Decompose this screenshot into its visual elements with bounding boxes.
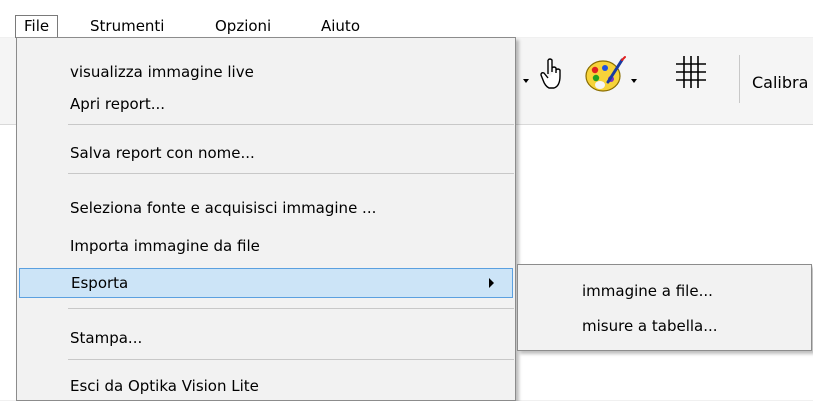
menu-separator xyxy=(68,173,514,174)
menu-item-esporta-label: Esporta xyxy=(71,274,129,292)
menu-item-salva-report[interactable]: Salva report con nome... xyxy=(18,138,514,168)
menu-item-apri-report[interactable]: Apri report... xyxy=(18,89,514,119)
menu-separator xyxy=(68,359,514,360)
calibra-button[interactable]: Calibra xyxy=(752,73,808,92)
esporta-submenu: immagine a file... misure a tabella... xyxy=(517,264,812,351)
menu-strumenti[interactable]: Strumenti xyxy=(82,16,172,37)
menu-item-visualizza-immagine-live[interactable]: visualizza immagine live xyxy=(18,57,514,87)
palette-icon[interactable] xyxy=(584,55,626,95)
toolbar-separator xyxy=(739,55,740,103)
menu-opzioni[interactable]: Opzioni xyxy=(207,16,279,37)
menu-item-stampa[interactable]: Stampa... xyxy=(18,323,514,353)
dropdown-arrow-icon[interactable] xyxy=(630,76,640,86)
menu-item-esci[interactable]: Esci da Optika Vision Lite xyxy=(18,371,514,401)
menu-separator xyxy=(68,124,514,125)
submenu-item-misure-a-tabella[interactable]: misure a tabella... xyxy=(519,311,810,341)
menu-aiuto[interactable]: Aiuto xyxy=(313,16,368,37)
menu-file[interactable]: File xyxy=(15,15,59,38)
menu-bar: File Strumenti Opzioni Aiuto xyxy=(0,0,813,38)
submenu-arrow-icon xyxy=(489,278,494,288)
dropdown-arrow-icon[interactable] xyxy=(522,76,532,86)
menu-item-esporta[interactable]: Esporta xyxy=(19,268,513,298)
submenu-item-immagine-a-file[interactable]: immagine a file... xyxy=(519,276,810,306)
hand-pointer-icon[interactable] xyxy=(538,58,566,92)
file-menu-dropdown: visualizza immagine live Apri report... … xyxy=(16,37,516,401)
grid-icon[interactable] xyxy=(675,55,707,89)
menu-item-seleziona-fonte[interactable]: Seleziona fonte e acquisisci immagine ..… xyxy=(18,193,514,223)
menu-separator xyxy=(68,308,514,309)
menu-item-importa-immagine[interactable]: Importa immagine da file xyxy=(18,231,514,261)
